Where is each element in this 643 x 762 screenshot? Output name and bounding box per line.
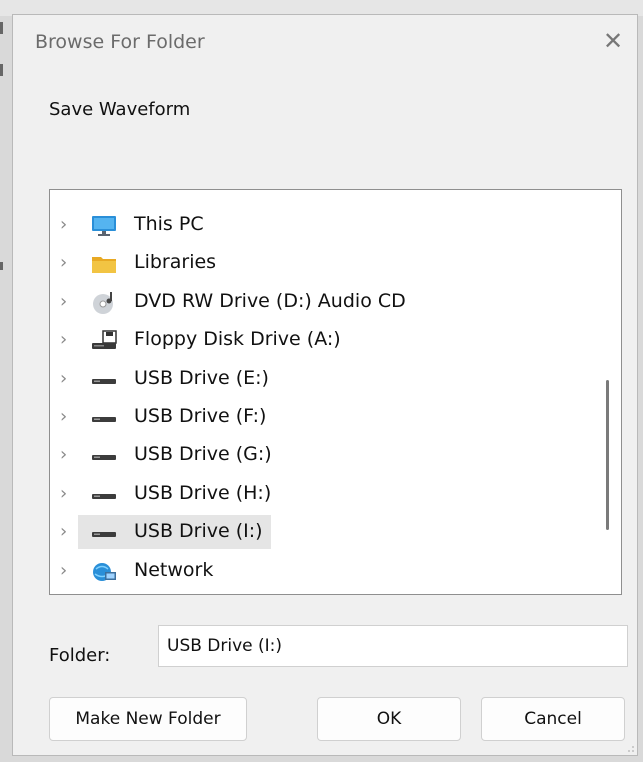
scrollbar-thumb[interactable] xyxy=(606,380,609,530)
tree-item-usb-e[interactable]: › USB Drive (E:) xyxy=(50,360,590,398)
tree-item-label: USB Drive (H:) xyxy=(134,481,272,504)
tree-item-label: Libraries xyxy=(134,251,217,274)
cd-drive-icon xyxy=(90,291,118,315)
tree-item-label: USB Drive (I:) xyxy=(134,520,263,543)
usb-drive-icon xyxy=(90,406,118,430)
instruction-text: Save Waveform xyxy=(49,99,191,120)
tree-item-libraries[interactable]: › Libraries xyxy=(50,244,590,282)
chevron-right-icon[interactable]: › xyxy=(60,559,76,583)
browse-for-folder-dialog: Browse For Folder ✕ Save Waveform › This … xyxy=(12,14,638,756)
chevron-right-icon[interactable]: › xyxy=(60,213,76,237)
cancel-button[interactable]: Cancel xyxy=(481,697,625,741)
dialog-title: Browse For Folder xyxy=(35,31,205,53)
folder-tree[interactable]: › This PC › Libraries › DVD RW Drive (D:) Aud… xyxy=(49,189,622,595)
tree-item-floppy-drive[interactable]: › Floppy Disk Drive (A:) xyxy=(50,321,590,359)
folder-icon xyxy=(90,252,118,276)
tree-item-network[interactable]: › Network xyxy=(50,552,590,590)
tree-item-usb-i[interactable]: › USB Drive (I:) xyxy=(50,513,590,551)
usb-drive-icon xyxy=(90,368,118,392)
close-icon: ✕ xyxy=(602,27,624,55)
chevron-right-icon[interactable]: › xyxy=(60,251,76,275)
background-edge-mark xyxy=(0,22,3,34)
tree-item-label: This PC xyxy=(134,213,204,235)
ok-button[interactable]: OK xyxy=(317,697,461,741)
tree-item-label: USB Drive (G:) xyxy=(134,443,272,466)
tree-item-this-pc[interactable]: › This PC xyxy=(50,206,590,244)
chevron-right-icon[interactable]: › xyxy=(60,405,76,429)
usb-drive-icon xyxy=(90,444,118,468)
network-icon xyxy=(90,560,118,584)
tree-item-usb-g[interactable]: › USB Drive (G:) xyxy=(50,436,590,474)
tree-item-usb-f[interactable]: › USB Drive (F:) xyxy=(50,398,590,436)
chevron-right-icon[interactable]: › xyxy=(60,290,76,314)
usb-drive-icon xyxy=(90,521,118,545)
tree-item-label: Network xyxy=(134,558,214,581)
tree-item-label: USB Drive (E:) xyxy=(134,366,269,389)
tree-item-label: DVD RW Drive (D:) Audio CD xyxy=(134,289,406,312)
usb-drive-icon xyxy=(90,483,118,507)
chevron-right-icon[interactable]: › xyxy=(60,520,76,544)
background-edge-mark xyxy=(0,262,3,270)
folder-label: Folder: xyxy=(49,645,111,666)
folder-input[interactable] xyxy=(158,625,628,667)
close-button[interactable]: ✕ xyxy=(599,27,627,55)
tree-item-label: USB Drive (F:) xyxy=(134,405,267,427)
tree-item-usb-h[interactable]: › USB Drive (H:) xyxy=(50,475,590,513)
tree-item-dvd-drive[interactable]: › DVD RW Drive (D:) Audio CD xyxy=(50,283,590,321)
background-edge-mark xyxy=(0,64,3,76)
chevron-right-icon[interactable]: › xyxy=(60,367,76,391)
make-new-folder-button[interactable]: Make New Folder xyxy=(49,697,247,741)
chevron-right-icon[interactable]: › xyxy=(60,482,76,506)
floppy-drive-icon xyxy=(90,329,118,353)
chevron-right-icon[interactable]: › xyxy=(60,328,76,352)
chevron-right-icon[interactable]: › xyxy=(60,443,76,467)
tree-item-label: Floppy Disk Drive (A:) xyxy=(134,328,341,351)
resize-grip-icon[interactable] xyxy=(627,745,635,753)
title-bar[interactable]: Browse For Folder ✕ xyxy=(13,15,637,73)
monitor-icon xyxy=(90,214,118,238)
